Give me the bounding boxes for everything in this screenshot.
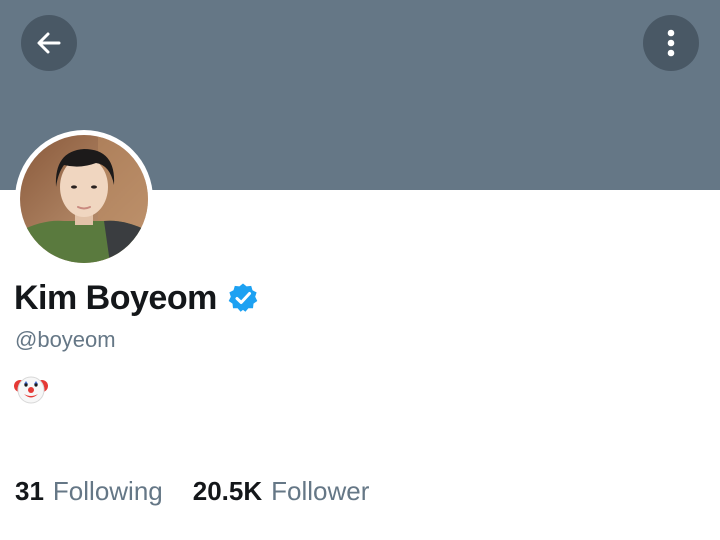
- avatar-image: [20, 135, 148, 263]
- profile-stats: 31 Following 20.5K Follower: [15, 476, 369, 507]
- vertical-dots-icon: [666, 28, 676, 58]
- profile-avatar[interactable]: [15, 130, 153, 268]
- following-label: Following: [52, 476, 163, 506]
- following-count: 31: [15, 476, 44, 506]
- name-row: Kim Boyeom: [14, 276, 259, 320]
- following-stat[interactable]: 31 Following: [15, 476, 163, 507]
- followers-stat[interactable]: 20.5K Follower: [193, 476, 370, 507]
- username-handle: @boyeom: [15, 327, 116, 352]
- arrow-left-icon: [35, 29, 63, 57]
- display-name: Kim Boyeom: [14, 278, 217, 317]
- back-button[interactable]: [21, 15, 77, 71]
- verified-badge-icon: [227, 282, 259, 314]
- follower-label: Follower: [271, 476, 370, 506]
- more-options-button[interactable]: [643, 15, 699, 71]
- clown-face-emoji-icon: [14, 372, 48, 406]
- follower-count: 20.5K: [192, 476, 263, 506]
